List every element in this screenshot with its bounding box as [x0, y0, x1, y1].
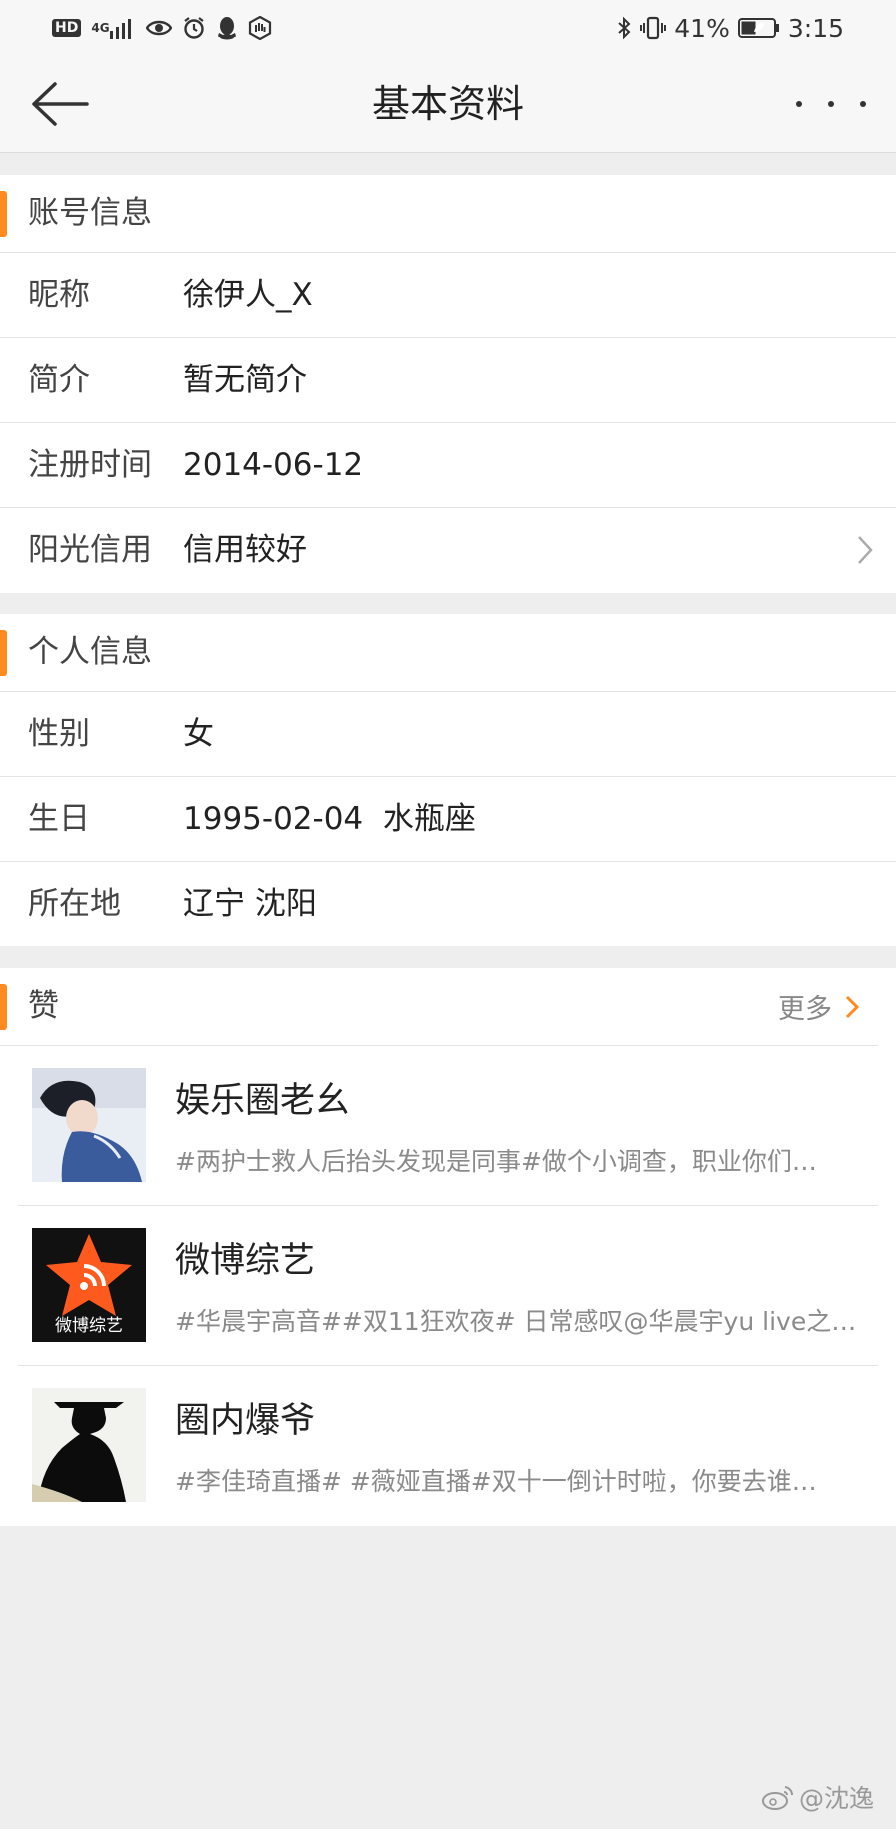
gender-row: 性别 女 [0, 692, 896, 777]
nickname-row: 昵称 徐伊人_X [0, 253, 896, 338]
likes-header: 赞 更多 [0, 968, 878, 1046]
more-dots-icon [796, 101, 802, 107]
liked-account-name: 圈内爆爷 [175, 1401, 316, 1441]
bio-label: 简介 [28, 362, 90, 398]
arrow-left-icon [32, 82, 89, 126]
avatar-logo-text: 微博综艺 [55, 1316, 123, 1336]
sunshine-credit-row[interactable]: 阳光信用 信用较好 [0, 508, 896, 592]
location-label: 所在地 [28, 886, 121, 922]
network-label: 4G [91, 20, 110, 35]
gender-label: 性别 [28, 716, 90, 752]
qq-icon [216, 16, 238, 40]
liked-account-name: 娱乐圈老幺 [175, 1081, 351, 1121]
section-accent-bar [0, 984, 7, 1030]
back-button[interactable] [30, 80, 90, 128]
personal-info-card: 个人信息 性别 女 生日 1995-02-04 水瓶座 所在地 辽宁 沈阳 [0, 614, 896, 946]
more-options-button[interactable] [796, 86, 866, 122]
status-left-icons: HD 4G [52, 13, 272, 43]
liked-account-desc: #华晨宇高音##双11狂欢夜# 日常感叹@华晨宇yu live之… [175, 1307, 857, 1336]
chevron-right-icon [845, 995, 860, 1018]
signal-icon: 4G [91, 17, 135, 39]
birthday-label: 生日 [28, 801, 90, 837]
sunshine-credit-value: 信用较好 [183, 532, 307, 568]
more-dot [828, 101, 834, 107]
register-date-value: 2014-06-12 [183, 447, 364, 483]
alarm-icon [182, 16, 206, 40]
register-date-label: 注册时间 [28, 447, 152, 483]
register-date-row: 注册时间 2014-06-12 [0, 423, 896, 508]
birthday-value: 1995-02-04 水瓶座 [183, 801, 476, 837]
page-title: 基本资料 [371, 82, 524, 126]
location-value: 辽宁 沈阳 [183, 886, 317, 922]
birthday-row: 生日 1995-02-04 水瓶座 [0, 777, 896, 862]
status-bar: HD 4G 41% 3:15 [0, 0, 896, 56]
gender-value: 女 [183, 716, 214, 752]
battery-percent: 41% [674, 13, 730, 43]
account-info-header: 账号信息 [0, 175, 896, 253]
nickname-label: 昵称 [28, 277, 90, 313]
weibo-logo-icon [761, 1786, 793, 1810]
clock-time: 3:15 [787, 13, 844, 43]
likes-more-link[interactable]: 更多 [778, 968, 860, 1045]
bio-row: 简介 暂无简介 [0, 338, 896, 423]
avatar: 微博综艺 [32, 1228, 146, 1342]
liked-account-desc: #李佳琦直播# #薇娅直播#双十一倒计时啦，你要去谁… [175, 1467, 817, 1496]
personal-info-title: 个人信息 [28, 634, 152, 670]
liked-account-item[interactable]: 圈内爆爷 #李佳琦直播# #薇娅直播#双十一倒计时啦，你要去谁… [18, 1366, 878, 1525]
sunshine-credit-label: 阳光信用 [28, 532, 152, 568]
liked-account-desc: #两护士救人后抬头发现是同事#做个小调查，职业你们… [175, 1147, 817, 1176]
liked-account-item[interactable]: 娱乐圈老幺 #两护士救人后抬头发现是同事#做个小调查，职业你们… [18, 1046, 878, 1206]
location-row: 所在地 辽宁 沈阳 [0, 862, 896, 946]
status-right-icons: 41% 3:15 [616, 13, 844, 43]
watermark: @沈逸 [761, 1779, 874, 1815]
avatar [32, 1068, 146, 1182]
battery-icon [737, 17, 780, 39]
more-dot [860, 101, 866, 107]
watermark-text: @沈逸 [798, 1784, 874, 1813]
title-bar: 基本资料 [0, 56, 896, 153]
section-accent-bar [0, 630, 7, 676]
liked-account-item[interactable]: 微博综艺 微博综艺 #华晨宇高音##双11狂欢夜# 日常感叹@华晨宇yu liv… [18, 1206, 878, 1366]
bio-value: 暂无简介 [183, 362, 307, 398]
section-accent-bar [0, 191, 7, 237]
avatar [32, 1388, 146, 1502]
eye-icon [145, 19, 172, 37]
hand-icon [248, 16, 272, 40]
likes-more-label: 更多 [778, 994, 832, 1025]
nickname-value: 徐伊人_X [183, 277, 313, 313]
personal-info-header: 个人信息 [0, 614, 896, 692]
vibrate-icon [640, 16, 667, 40]
liked-account-name: 微博综艺 [175, 1241, 316, 1281]
account-info-title: 账号信息 [28, 195, 152, 231]
bluetooth-icon [616, 16, 632, 40]
account-info-card: 账号信息 昵称 徐伊人_X 简介 暂无简介 注册时间 2014-06-12 阳光… [0, 175, 896, 593]
hd-badge: HD [52, 19, 82, 37]
chevron-right-icon [858, 536, 873, 564]
likes-card: 赞 更多 娱乐圈老幺 #两护士救人后抬头发现是同事#做个小调查，职业你们… 微博… [0, 968, 896, 1526]
likes-title: 赞 [28, 988, 59, 1024]
